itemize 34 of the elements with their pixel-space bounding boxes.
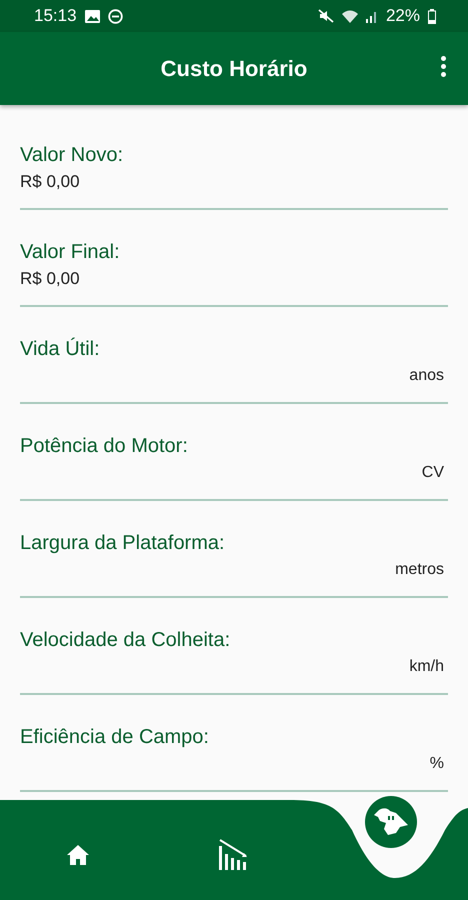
signal-icon	[366, 10, 378, 22]
screen-title: Custo Horário	[160, 56, 308, 82]
do-not-disturb-icon	[108, 8, 123, 24]
input-field[interactable]: Largura da Plataforma: metros	[20, 513, 448, 598]
battery-icon	[428, 8, 436, 24]
home-button[interactable]	[66, 844, 90, 866]
field-label: Velocidade da Colheita:	[20, 628, 230, 652]
field-value: R$ 0,00	[20, 171, 80, 193]
mute-icon	[318, 9, 334, 23]
wifi-icon	[342, 10, 358, 22]
field-value: R$ 0,00	[20, 268, 80, 290]
input-field[interactable]: Vida Útil: anos	[20, 319, 448, 404]
battery-percent: 22%	[386, 6, 420, 26]
home-icon	[66, 844, 90, 866]
unit-label: anos	[409, 366, 444, 386]
input-field[interactable]: Potência do Motor: CV	[20, 416, 448, 501]
unit-label: km/h	[409, 657, 444, 677]
field-label: Valor Final:	[20, 240, 120, 264]
field-label: Valor Novo:	[20, 143, 124, 167]
field-label: Vida Útil:	[20, 337, 100, 361]
declining-chart-icon	[218, 838, 248, 870]
input-field[interactable]: Valor Final: R$ 0,00	[20, 222, 448, 307]
unit-label: CV	[422, 463, 444, 483]
chart-button[interactable]	[218, 838, 248, 870]
input-field[interactable]: Valor Novo: R$ 0,00	[20, 125, 448, 210]
field-label: Largura da Plataforma:	[20, 531, 225, 555]
unit-label: metros	[395, 560, 444, 580]
field-label: Eficiência de Campo:	[20, 725, 209, 749]
input-field[interactable]: Eficiência de Campo: %	[20, 707, 448, 792]
clock-time: 15:13	[34, 6, 77, 26]
field-label: Potência do Motor:	[20, 434, 188, 458]
unit-label: %	[430, 754, 444, 774]
input-field[interactable]: Velocidade da Colheita: km/h	[20, 610, 448, 695]
image-icon	[84, 10, 100, 22]
